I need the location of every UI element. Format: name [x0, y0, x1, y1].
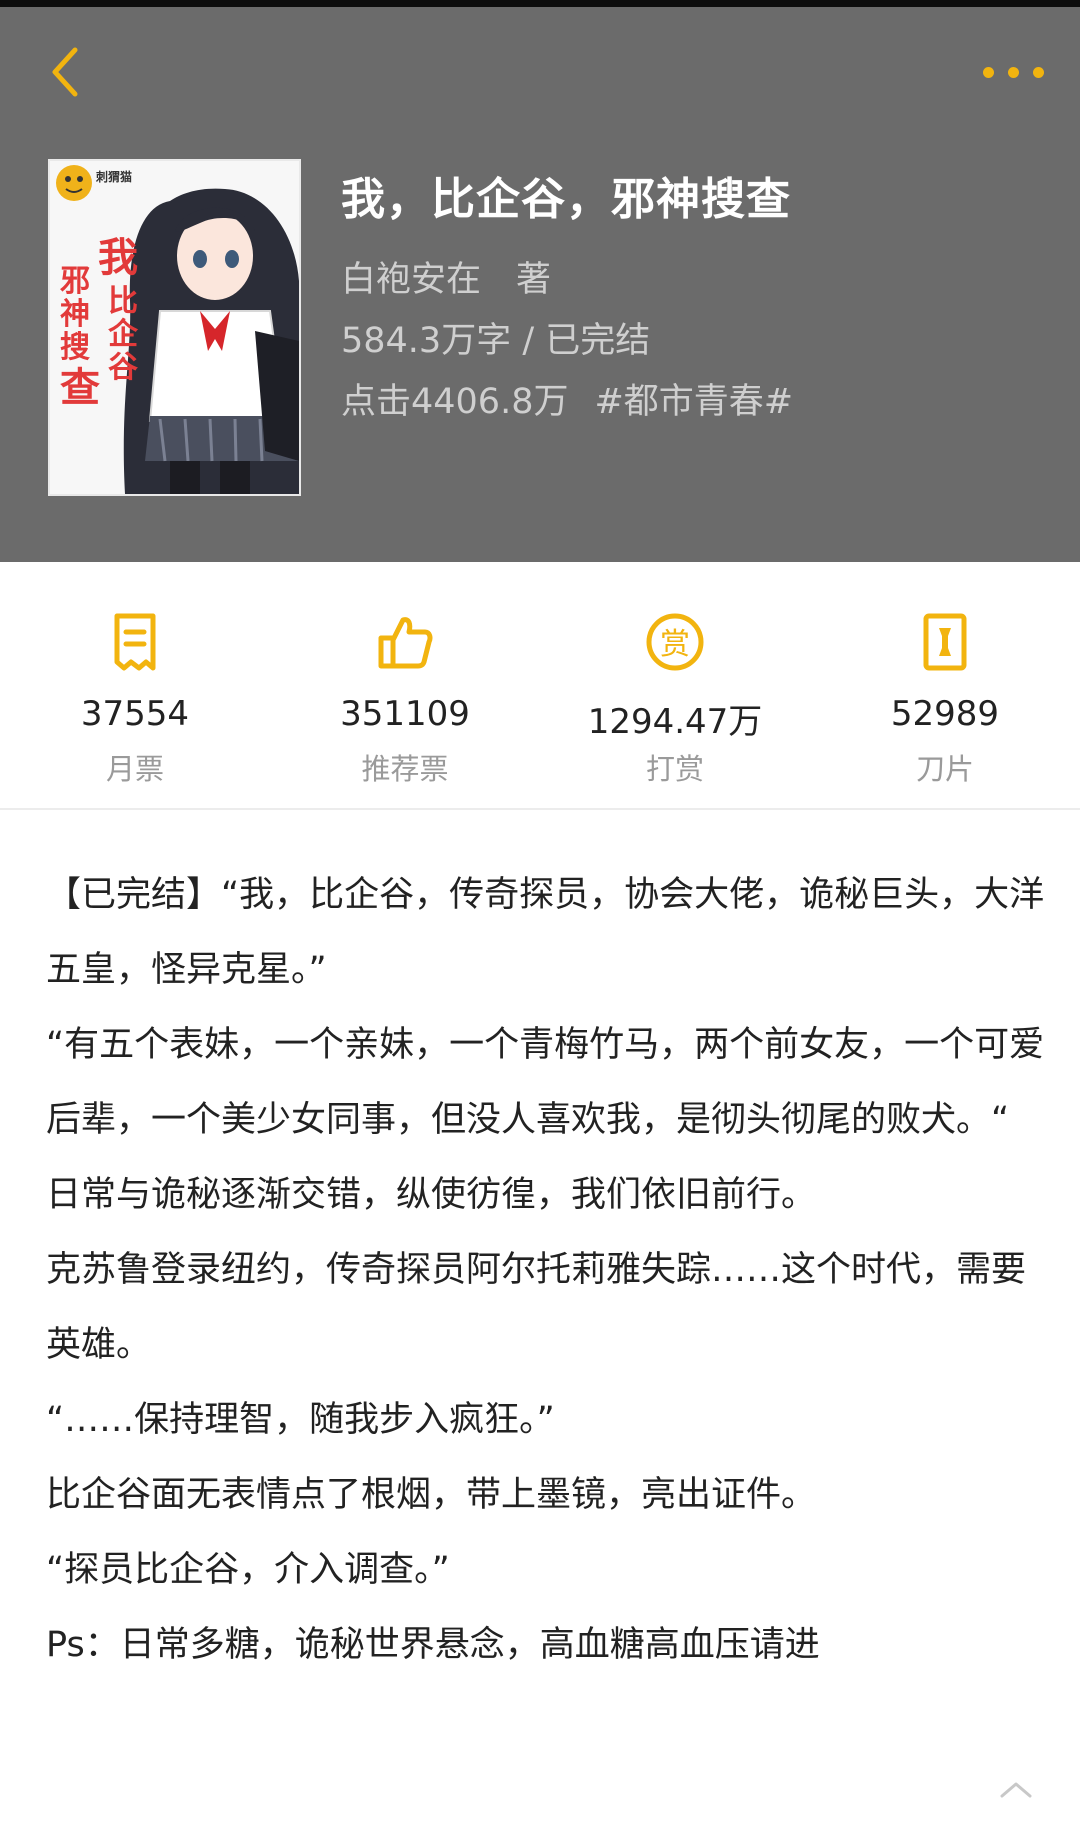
stat-monthly-ticket[interactable]: 37554 月票 [0, 562, 270, 808]
stat-blade[interactable]: 52989 刀片 [810, 562, 1080, 808]
collapse-synopsis-button[interactable] [988, 1768, 1044, 1808]
svg-text:企: 企 [108, 317, 139, 352]
more-dot [1032, 66, 1044, 78]
synopsis-paragraph: Ps：日常多糖，诡秘世界悬念，高血糖高血压请进 [46, 1625, 820, 1665]
book-stats-row: 37554 月票 351109 推荐票 赏 1294.47万 打赏 52989 [0, 562, 1080, 810]
synopsis-paragraph: 克苏鲁登录纽约，传奇探员阿尔托莉雅失踪……这个时代，需要英雄。 [46, 1250, 1027, 1365]
status-bar-edge [0, 0, 1080, 7]
more-dots-icon [982, 66, 994, 78]
svg-text:谷: 谷 [108, 350, 138, 385]
stat-label: 月票 [105, 752, 164, 786]
synopsis-paragraph: “有五个表妹，一个亲妹，一个青梅竹马，两个前女友，一个可爱后辈，一个美少女同事，… [46, 1025, 1045, 1140]
stat-label: 打赏 [645, 752, 704, 786]
stat-reward[interactable]: 赏 1294.47万 打赏 [540, 562, 810, 808]
more-dot [1007, 66, 1019, 78]
stat-label: 刀片 [915, 752, 974, 786]
chevron-up-icon [1000, 1782, 1032, 1798]
thumbs-up-icon [378, 617, 433, 669]
stat-recommend-ticket[interactable]: 351109 推荐票 [270, 562, 540, 808]
stat-value: 351109 [340, 694, 470, 734]
book-category-tag[interactable]: #都市青春# [594, 382, 793, 422]
book-synopsis: 【已完结】“我，比企谷，传奇探员，协会大佬，诡秘巨头，大洋五皇，怪异克星。” “… [46, 858, 1046, 1683]
stat-label: 推荐票 [361, 752, 449, 786]
book-author[interactable]: 白袍安在 著 [341, 251, 551, 302]
synopsis-paragraph: “探员比企谷，介入调查。” [46, 1550, 450, 1590]
synopsis-paragraph: “……保持理智，随我步入疯狂。” [46, 1400, 555, 1440]
more-button[interactable] [958, 47, 1068, 97]
svg-text:比: 比 [108, 284, 138, 319]
blade-icon [923, 613, 967, 671]
book-cover[interactable]: 刺猬猫 我 比 企 谷 邪 神 搜 查 [48, 159, 301, 496]
reward-coin-icon: 赏 [646, 613, 704, 671]
synopsis-paragraph: 日常与诡秘逐渐交错，纵使彷徨，我们依旧前行。 [46, 1175, 817, 1215]
book-title: 我，比企谷，邪神搜查 [341, 174, 791, 225]
book-click-tag-line: 点击4406.8万 #都市青春# [341, 373, 793, 424]
svg-text:搜: 搜 [60, 330, 90, 365]
back-button[interactable] [34, 37, 94, 107]
stat-value: 1294.47万 [587, 702, 763, 742]
stat-value: 37554 [80, 694, 190, 734]
monthly-ticket-icon [114, 613, 156, 671]
svg-text:赏: 赏 [660, 627, 690, 662]
cover-publisher: 刺猬猫 [95, 169, 132, 184]
book-click-count: 点击4406.8万 [341, 382, 569, 422]
book-detail-page: 刺猬猫 我 比 企 谷 邪 神 搜 查 我，比企谷，邪神搜查 白袍安在 著 58… [0, 0, 1080, 1823]
svg-text:邪: 邪 [60, 264, 90, 299]
synopsis-paragraph: 【已完结】“我，比企谷，传奇探员，协会大佬，诡秘巨头，大洋五皇，怪异克星。” [46, 875, 1045, 990]
book-word-count-status: 584.3万字 / 已完结 [341, 321, 651, 361]
svg-text:我: 我 [98, 235, 138, 281]
cover-illustration: 刺猬猫 我 比 企 谷 邪 神 搜 查 [50, 161, 299, 494]
stat-value: 52989 [890, 694, 1000, 734]
chevron-left-icon [52, 47, 78, 97]
svg-text:神: 神 [60, 297, 90, 332]
synopsis-paragraph: 比企谷面无表情点了根烟，带上墨镜，亮出证件。 [46, 1475, 817, 1515]
svg-text:查: 查 [60, 365, 100, 411]
book-header: 刺猬猫 我 比 企 谷 邪 神 搜 查 我，比企谷，邪神搜查 白袍安在 著 58… [0, 7, 1080, 562]
